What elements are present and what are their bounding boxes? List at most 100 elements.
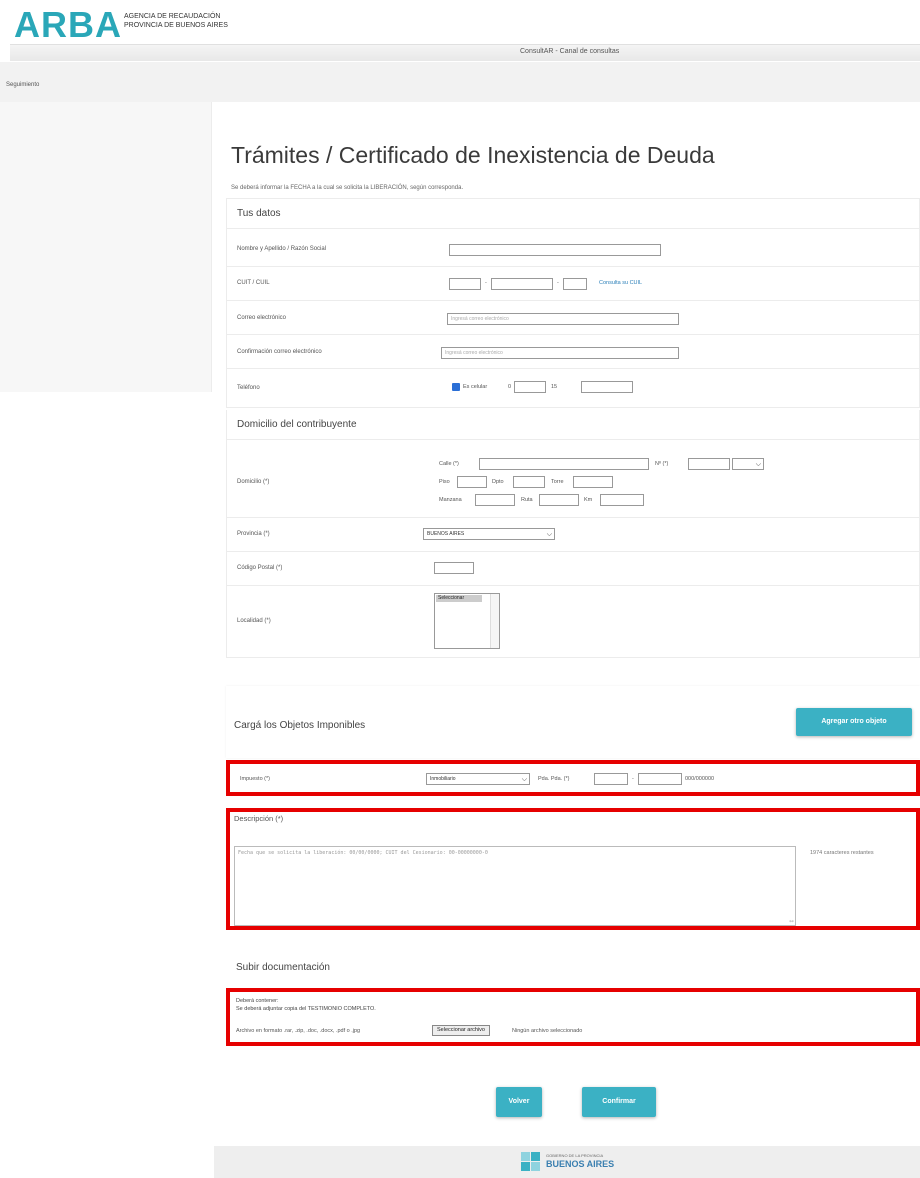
cp-input[interactable] bbox=[434, 562, 474, 574]
impuesto-highlight: Impuesto (*) Inmobiliario ⌵ Pda. Pda. (*… bbox=[226, 760, 920, 796]
impuesto-select[interactable]: Inmobiliario ⌵ bbox=[426, 773, 530, 785]
domicilio-heading: Domicilio del contribuyente bbox=[227, 410, 919, 440]
agregar-objeto-button[interactable]: Agregar otro objeto bbox=[796, 708, 912, 736]
arba-logo[interactable]: ARBA bbox=[14, 4, 122, 46]
calle-label: Calle (*) bbox=[439, 461, 459, 467]
provincia-logo: GOBIERNO DE LA PROVINCIA BUENOS AIRES bbox=[520, 1151, 630, 1173]
page-title: Trámites / Certificado de Inexistencia d… bbox=[231, 142, 715, 168]
file-status: Ningún archivo seleccionado bbox=[512, 1028, 583, 1034]
chevron-down-icon: ⌵ bbox=[755, 461, 761, 468]
partida-label: Pda. Pda. (*) bbox=[538, 776, 570, 782]
documentacion-highlight: Deberá contener: Se deberá adjuntar copi… bbox=[226, 988, 920, 1046]
numero-label: Nº (*) bbox=[655, 461, 669, 467]
confirmacion-input[interactable]: Ingresá correo electrónico bbox=[441, 347, 679, 359]
page-subtitle: Se deberá informar la FECHA a la cual se… bbox=[231, 185, 464, 191]
topbar-title: ConsultAR - Canal de consultas bbox=[520, 48, 620, 55]
phone-number-input[interactable] bbox=[581, 381, 633, 393]
descripcion-counter: 1974 caracteres restantes bbox=[810, 850, 874, 856]
documentacion-heading: Subir documentación bbox=[236, 962, 330, 973]
app-header: ARBA AGENCIA DE RECAUDACIÓN PROVINCIA DE… bbox=[0, 0, 920, 48]
logo-subtitle: AGENCIA DE RECAUDACIÓN PROVINCIA DE BUEN… bbox=[124, 12, 228, 30]
correo-input[interactable]: Ingresá correo electrónico bbox=[447, 313, 679, 325]
manzana-input[interactable] bbox=[475, 494, 515, 506]
prefijo-0: 0 bbox=[508, 384, 512, 390]
numero-input[interactable] bbox=[688, 458, 730, 470]
cp-row: Código Postal (*) bbox=[227, 552, 920, 586]
torre-input[interactable] bbox=[573, 476, 613, 488]
km-label: Km bbox=[584, 497, 593, 503]
resize-handle-icon[interactable]: ⇿ bbox=[789, 918, 794, 925]
partida-dash: - bbox=[632, 776, 634, 782]
descripcion-textarea[interactable]: Fecha que se solicita la liberación: 00/… bbox=[234, 846, 796, 926]
cuit-number-input[interactable] bbox=[491, 278, 553, 290]
impuesto-value: Inmobiliario bbox=[430, 776, 456, 782]
nombre-row: Nombre y Apellido / Razón Social bbox=[227, 231, 920, 267]
manzana-label: Manzana bbox=[439, 497, 462, 503]
top-bar: ConsultAR - Canal de consultas bbox=[10, 44, 920, 61]
es-celular-label: Es celular bbox=[463, 384, 488, 390]
chevron-down-icon: ⌵ bbox=[521, 776, 527, 783]
impuesto-label: Impuesto (*) bbox=[240, 776, 270, 782]
localidad-label: Localidad (*) bbox=[237, 618, 271, 624]
footer-gov-small: GOBIERNO DE LA PROVINCIA bbox=[546, 1153, 604, 1158]
provincia-emblem-icon bbox=[521, 1152, 540, 1171]
logo-subtitle-line-1: AGENCIA DE RECAUDACIÓN bbox=[124, 13, 221, 20]
ruta-label: Ruta bbox=[521, 497, 533, 503]
tus-datos-panel: Tus datos Nombre y Apellido / Razón Soci… bbox=[226, 198, 920, 408]
piso-input[interactable] bbox=[457, 476, 487, 488]
confirmar-button[interactable]: Confirmar bbox=[582, 1087, 656, 1117]
descripcion-highlight: Descripción (*) Fecha que se solicita la… bbox=[226, 808, 920, 930]
numero-select[interactable]: ⌵ bbox=[732, 458, 764, 470]
ruta-input[interactable] bbox=[539, 494, 579, 506]
localidad-row: Localidad (*) Seleccionar bbox=[227, 586, 920, 656]
provincia-select[interactable]: BUENOS AIRES ⌵ bbox=[423, 528, 555, 540]
nav-link-seguimiento[interactable]: Seguimiento bbox=[6, 82, 39, 88]
partido-input[interactable] bbox=[594, 773, 628, 785]
cuit-label: CUIT / CUIL bbox=[237, 280, 270, 286]
cuit-dash-1: - bbox=[485, 280, 487, 286]
nombre-input[interactable] bbox=[449, 244, 661, 256]
domicilio-row: Domicilio (*) Calle (*) Nº (*) ⌵ Piso Dp… bbox=[227, 442, 920, 518]
footer-gov-big: BUENOS AIRES bbox=[546, 1159, 615, 1169]
seleccionar-archivo-button[interactable]: Seleccionar archivo bbox=[432, 1025, 490, 1036]
es-celular-checkbox[interactable] bbox=[452, 383, 460, 391]
partida-input[interactable] bbox=[638, 773, 682, 785]
cuit-row: CUIT / CUIL - - Consulta su CUIL bbox=[227, 267, 920, 301]
km-input[interactable] bbox=[600, 494, 644, 506]
localidad-listbox[interactable]: Seleccionar bbox=[434, 593, 500, 649]
tus-datos-heading: Tus datos bbox=[227, 199, 919, 229]
footer: GOBIERNO DE LA PROVINCIA BUENOS AIRES bbox=[214, 1146, 920, 1178]
requisito-text: Se deberá adjuntar copia del TESTIMONIO … bbox=[236, 1006, 376, 1012]
correo-row: Correo electrónico Ingresá correo electr… bbox=[227, 301, 920, 335]
nav-bar: Seguimiento bbox=[0, 62, 920, 102]
dpto-label: Dpto bbox=[492, 479, 504, 485]
provincia-row: Provincia (*) BUENOS AIRES ⌵ bbox=[227, 518, 920, 552]
chevron-down-icon: ⌵ bbox=[546, 531, 552, 538]
deberá-contener: Deberá contener: bbox=[236, 998, 279, 1004]
cuit-prefix-input[interactable] bbox=[449, 278, 481, 290]
volver-button[interactable]: Volver bbox=[496, 1087, 542, 1117]
cuit-check-input[interactable] bbox=[563, 278, 587, 290]
correo-label: Correo electrónico bbox=[237, 315, 287, 321]
localidad-option[interactable]: Seleccionar bbox=[436, 595, 482, 602]
documentacion-header: Subir documentación bbox=[226, 934, 920, 984]
descripcion-placeholder: Fecha que se solicita la liberación: 00/… bbox=[238, 850, 488, 856]
prefijo-15: 15 bbox=[551, 384, 558, 390]
consulta-cuil-link[interactable]: Consulta su CUIL bbox=[599, 280, 642, 286]
cuit-dash-2: - bbox=[557, 280, 559, 286]
dpto-input[interactable] bbox=[513, 476, 545, 488]
confirmacion-label: Confirmación correo electrónico bbox=[237, 349, 322, 355]
nombre-label: Nombre y Apellido / Razón Social bbox=[237, 246, 327, 252]
domicilio-panel: Domicilio del contribuyente Domicilio (*… bbox=[226, 410, 920, 658]
localidad-scrollbar[interactable] bbox=[490, 594, 499, 648]
formatos-text: Archivo en formato .rar, .zip, .doc, .do… bbox=[236, 1028, 361, 1034]
descripcion-label: Descripción (*) bbox=[234, 814, 284, 823]
area-code-input[interactable] bbox=[514, 381, 546, 393]
calle-input[interactable] bbox=[479, 458, 649, 470]
domicilio-label: Domicilio (*) bbox=[237, 479, 270, 485]
partida-hint: 000/000000 bbox=[685, 776, 715, 782]
sidebar bbox=[0, 102, 212, 392]
confirmacion-row: Confirmación correo electrónico Ingresá … bbox=[227, 335, 920, 369]
provincia-value: BUENOS AIRES bbox=[427, 531, 465, 537]
telefono-row: Teléfono Es celular 0 15 bbox=[227, 369, 920, 407]
